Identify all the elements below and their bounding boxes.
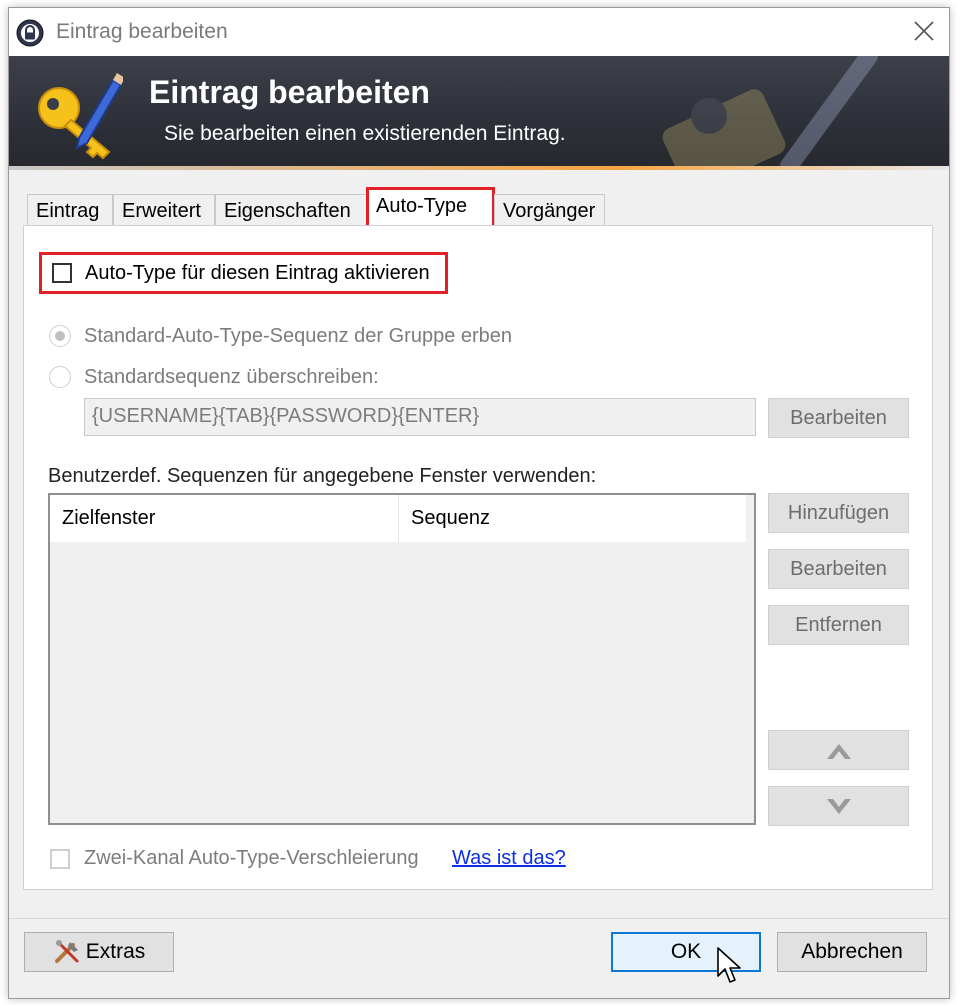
banner-accent-line xyxy=(9,166,949,170)
edit-entry-dialog: Eintrag bearbeiten Eintrag bearbeiten Si… xyxy=(8,7,950,999)
remove-sequence-button[interactable]: Entfernen xyxy=(768,605,909,645)
mouse-cursor-icon xyxy=(717,947,741,983)
extras-button[interactable]: Extras xyxy=(24,932,174,972)
custom-sequences-label: Benutzerdef. Sequenzen für angegebene Fe… xyxy=(48,465,597,487)
move-down-button[interactable] xyxy=(768,786,909,826)
banner-title: Eintrag bearbeiten xyxy=(149,74,430,110)
banner-watermark xyxy=(662,56,878,170)
enable-autotype-label: Auto-Type für diesen Eintrag aktivieren xyxy=(85,262,430,284)
enable-autotype-checkbox[interactable] xyxy=(52,263,72,283)
window-title: Eintrag bearbeiten xyxy=(56,20,228,43)
keepass-lock-icon xyxy=(16,19,44,47)
override-sequence-label: Standardsequenz überschreiben: xyxy=(84,366,379,388)
column-header-zielfenster[interactable]: Zielfenster xyxy=(50,495,398,542)
enable-autotype-highlight: Auto-Type für diesen Eintrag aktivieren xyxy=(39,252,448,294)
auto-type-panel: Auto-Type für diesen Eintrag aktivieren … xyxy=(23,225,933,890)
title-bar: Eintrag bearbeiten xyxy=(9,8,949,56)
edit-default-sequence-button[interactable]: Bearbeiten xyxy=(768,398,909,438)
banner-subtitle: Sie bearbeiten einen existierenden Eintr… xyxy=(164,122,566,145)
default-sequence-input[interactable]: {USERNAME}{TAB}{PASSWORD}{ENTER} xyxy=(84,398,756,436)
tab-vorganger[interactable]: Vorgänger xyxy=(494,194,605,226)
obfuscation-label: Zwei-Kanal Auto-Type-Verschleierung xyxy=(84,847,419,869)
key-pencil-icon xyxy=(38,73,123,160)
cancel-button[interactable]: Abbrechen xyxy=(777,932,927,972)
window-sequence-list[interactable]: Zielfenster Sequenz xyxy=(48,493,756,825)
inherit-sequence-radio[interactable] xyxy=(49,325,71,347)
close-icon[interactable] xyxy=(909,16,939,46)
edit-sequence-button[interactable]: Bearbeiten xyxy=(768,549,909,589)
inherit-sequence-label: Standard-Auto-Type-Sequenz der Gruppe er… xyxy=(84,325,513,347)
chevron-down-icon xyxy=(826,799,851,814)
tab-erweitert[interactable]: Erweitert xyxy=(113,194,215,226)
what-is-this-link[interactable]: Was ist das? xyxy=(452,847,566,870)
tab-eigenschaften[interactable]: Eigenschaften xyxy=(215,194,368,226)
column-header-sequenz[interactable]: Sequenz xyxy=(399,495,746,542)
footer-divider xyxy=(9,918,949,919)
chevron-up-icon xyxy=(826,744,851,759)
header-banner: Eintrag bearbeiten Sie bearbeiten einen … xyxy=(9,56,949,170)
list-header: Zielfenster Sequenz xyxy=(50,495,746,542)
move-up-button[interactable] xyxy=(768,730,909,770)
add-sequence-button[interactable]: Hinzufügen xyxy=(768,493,909,533)
tools-icon xyxy=(54,940,79,964)
obfuscation-checkbox[interactable] xyxy=(50,849,70,869)
extras-label: Extras xyxy=(85,940,146,963)
tab-eintrag[interactable]: Eintrag xyxy=(27,194,113,226)
tab-auto-type[interactable]: Auto-Type xyxy=(366,187,495,228)
override-sequence-radio[interactable] xyxy=(49,366,71,388)
